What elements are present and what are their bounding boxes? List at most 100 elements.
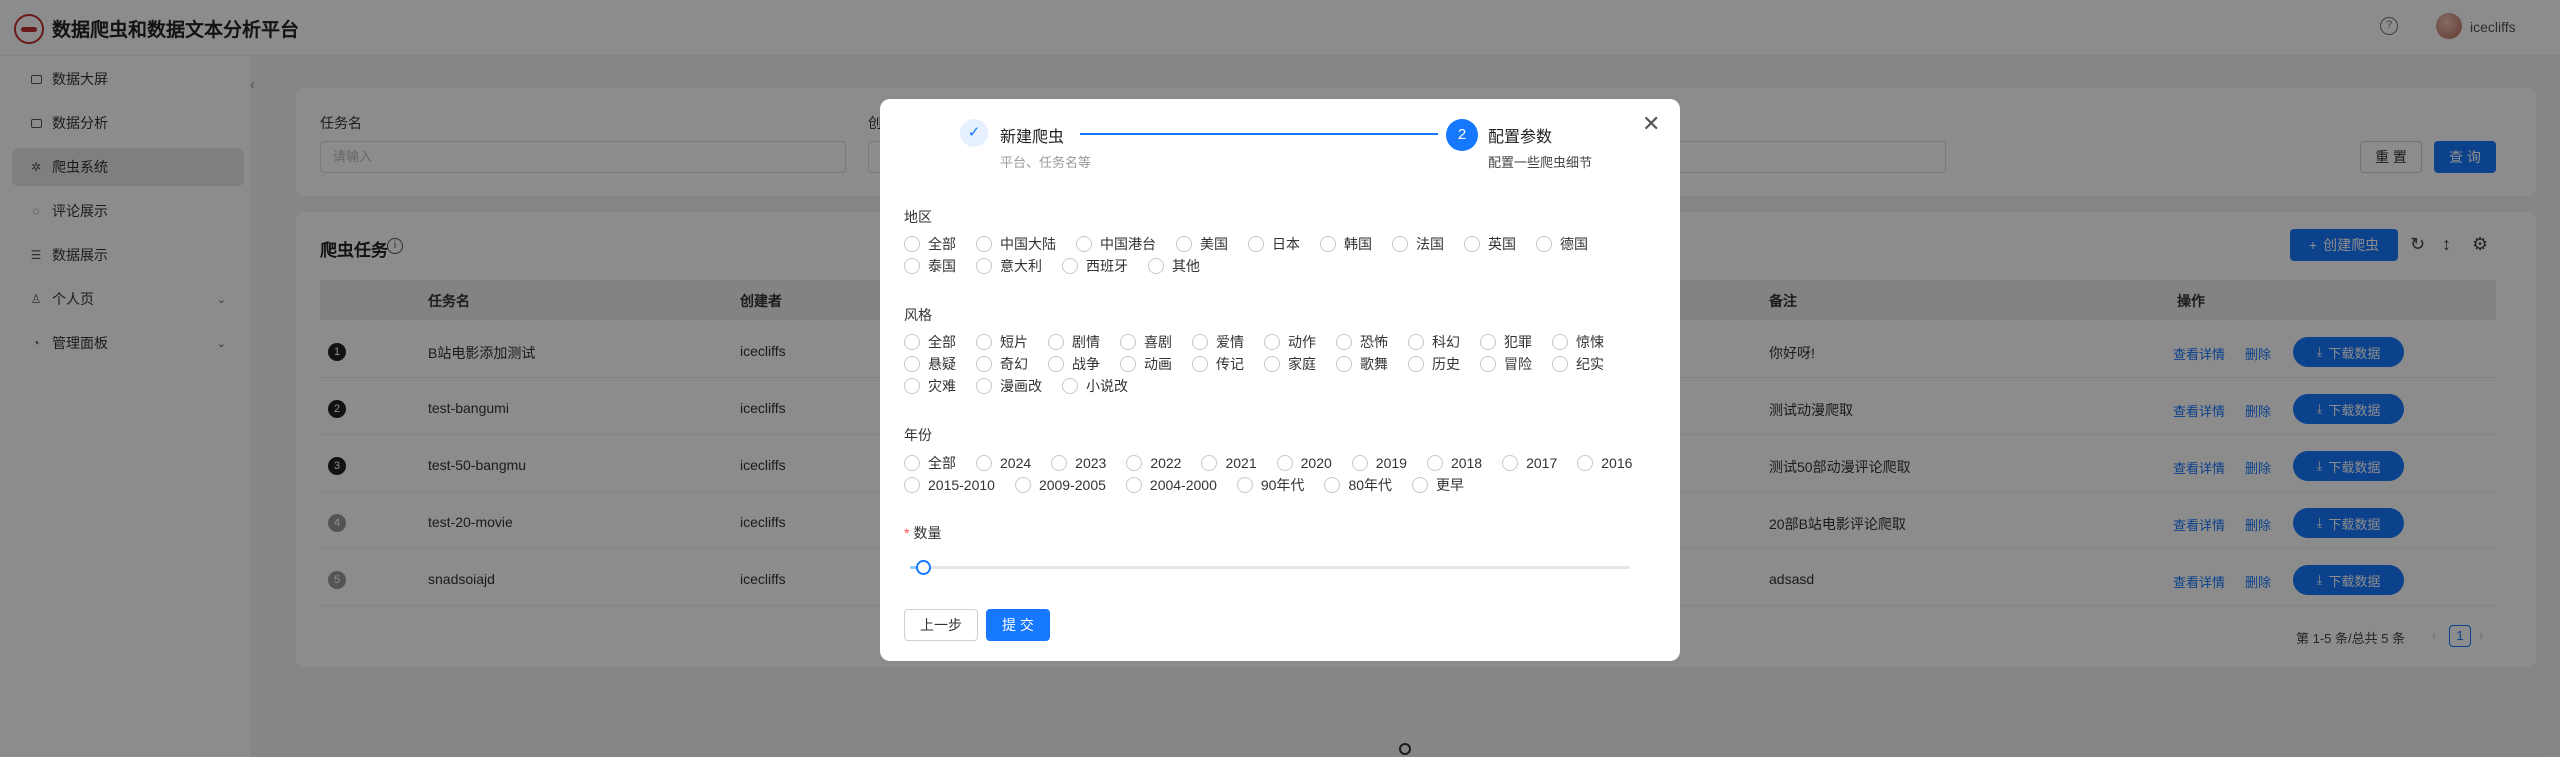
region-option[interactable]: 德国 [1536, 236, 1588, 252]
region-option[interactable]: 韩国 [1320, 236, 1372, 252]
style-option[interactable]: 动作 [1264, 334, 1316, 350]
radio-circle[interactable] [1201, 455, 1218, 471]
region-option[interactable]: 其他 [1148, 258, 1200, 274]
style-option[interactable]: 灾难 [904, 378, 956, 394]
style-option[interactable]: 家庭 [1264, 356, 1316, 372]
radio-circle[interactable] [1125, 477, 1142, 493]
check-icon[interactable]: ✓ [960, 119, 988, 147]
radio-circle[interactable] [904, 334, 920, 350]
radio-circle[interactable] [1320, 236, 1336, 252]
radio-circle[interactable] [1577, 455, 1594, 471]
year-option[interactable]: 2015-2010 [904, 477, 995, 493]
radio-circle[interactable] [976, 455, 992, 471]
region-option[interactable]: 日本 [1248, 236, 1300, 252]
radio-circle[interactable] [904, 455, 920, 471]
style-option[interactable]: 惊悚 [1552, 334, 1604, 350]
radio-circle[interactable] [1408, 334, 1424, 350]
year-option[interactable]: 2022 [1126, 455, 1181, 471]
radio-circle[interactable] [1176, 236, 1192, 252]
radio-circle[interactable] [1192, 356, 1208, 372]
region-option[interactable]: 西班牙 [1062, 258, 1128, 274]
year-option[interactable]: 80年代 [1324, 477, 1392, 493]
radio-circle[interactable] [904, 378, 920, 394]
radio-circle[interactable] [904, 356, 920, 372]
radio-circle[interactable] [1480, 334, 1496, 350]
radio-circle[interactable] [1464, 236, 1480, 252]
radio-circle[interactable] [1536, 236, 1552, 252]
radio-circle[interactable] [1051, 455, 1068, 471]
style-option[interactable]: 传记 [1192, 356, 1244, 372]
radio-circle[interactable] [1552, 334, 1568, 350]
style-option[interactable]: 喜剧 [1120, 334, 1172, 350]
year-option[interactable]: 2019 [1351, 455, 1407, 471]
style-option[interactable]: 全部 [904, 334, 956, 350]
radio-circle[interactable] [1264, 356, 1280, 372]
radio-circle[interactable] [1062, 378, 1078, 394]
radio-circle[interactable] [976, 236, 992, 252]
radio-circle[interactable] [1412, 477, 1429, 493]
radio-circle[interactable] [1264, 334, 1280, 350]
radio-circle[interactable] [976, 258, 992, 274]
step-1-title[interactable]: 新建爬虫 [1000, 123, 1064, 147]
year-option[interactable]: 2023 [1051, 455, 1106, 471]
year-option[interactable]: 全部 [904, 455, 956, 471]
style-option[interactable]: 战争 [1048, 356, 1100, 372]
radio-circle[interactable] [1062, 258, 1078, 274]
year-option[interactable]: 更早 [1412, 477, 1464, 493]
radio-circle[interactable] [1480, 356, 1496, 372]
radio-circle[interactable] [1248, 236, 1264, 252]
radio-circle[interactable] [904, 477, 920, 493]
radio-circle[interactable] [976, 334, 992, 350]
style-option[interactable]: 剧情 [1048, 334, 1100, 350]
radio-circle[interactable] [976, 378, 992, 394]
radio-circle[interactable] [1126, 455, 1143, 471]
radio-circle[interactable] [1336, 356, 1352, 372]
style-option[interactable]: 奇幻 [976, 356, 1028, 372]
region-option[interactable]: 英国 [1464, 236, 1516, 252]
year-option[interactable]: 2018 [1426, 455, 1482, 471]
radio-circle[interactable] [1351, 455, 1368, 471]
radio-circle[interactable] [1048, 356, 1064, 372]
radio-circle[interactable] [1426, 455, 1443, 471]
radio-circle[interactable] [904, 258, 920, 274]
style-option[interactable]: 犯罪 [1480, 334, 1532, 350]
radio-circle[interactable] [1276, 455, 1293, 471]
radio-circle[interactable] [1502, 455, 1519, 471]
region-option[interactable]: 美国 [1176, 236, 1228, 252]
radio-circle[interactable] [904, 236, 920, 252]
year-option[interactable]: 2004-2000 [1125, 477, 1217, 493]
style-option[interactable]: 漫画改 [976, 378, 1042, 394]
year-option[interactable]: 2024 [976, 455, 1031, 471]
year-option[interactable]: 2009-2005 [1014, 477, 1106, 493]
style-option[interactable]: 动画 [1120, 356, 1172, 372]
submit-button[interactable]: 提 交 [986, 609, 1050, 641]
style-option[interactable]: 科幻 [1408, 334, 1460, 350]
style-option[interactable]: 短片 [976, 334, 1028, 350]
radio-circle[interactable] [1120, 356, 1136, 372]
region-option[interactable]: 意大利 [976, 258, 1042, 274]
radio-circle[interactable] [1336, 334, 1352, 350]
radio-circle[interactable] [1236, 477, 1253, 493]
prev-step-button[interactable]: 上一步 [904, 609, 978, 641]
year-option[interactable]: 2020 [1276, 455, 1332, 471]
year-option[interactable]: 2021 [1201, 455, 1257, 471]
region-option[interactable]: 法国 [1392, 236, 1444, 252]
slider-handle[interactable] [916, 560, 931, 575]
style-option[interactable]: 爱情 [1192, 334, 1244, 350]
style-option[interactable]: 歌舞 [1336, 356, 1388, 372]
radio-circle[interactable] [1148, 258, 1164, 274]
style-option[interactable]: 小说改 [1062, 378, 1128, 394]
radio-circle[interactable] [1048, 334, 1064, 350]
quantity-slider[interactable] [910, 566, 1630, 569]
radio-circle[interactable] [1076, 236, 1092, 252]
style-option[interactable]: 恐怖 [1336, 334, 1388, 350]
region-option[interactable]: 中国大陆 [976, 236, 1056, 252]
style-option[interactable]: 纪实 [1552, 356, 1604, 372]
radio-circle[interactable] [1408, 356, 1424, 372]
region-option[interactable]: 全部 [904, 236, 956, 252]
region-option[interactable]: 中国港台 [1076, 236, 1156, 252]
radio-circle[interactable] [1192, 334, 1208, 350]
radio-circle[interactable] [1392, 236, 1408, 252]
radio-circle[interactable] [1120, 334, 1136, 350]
region-option[interactable]: 泰国 [904, 258, 956, 274]
